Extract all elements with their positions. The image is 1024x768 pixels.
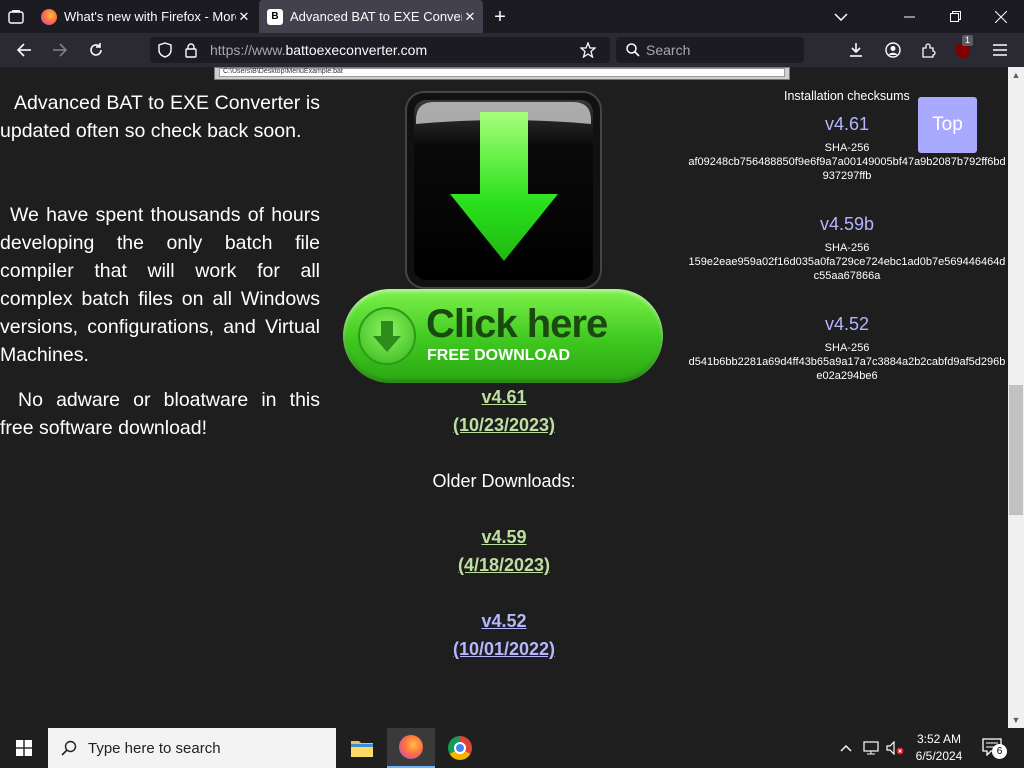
tab-whats-new[interactable]: What's new with Firefox - More ✕ — [33, 0, 258, 33]
older-downloads-heading: Older Downloads: — [432, 471, 576, 491]
url-text[interactable]: https://www.battoexeconverter.com — [210, 42, 427, 58]
checksum-hash: 159e2eae959a02f16d035a0fa729ce724ebc1ad0… — [688, 256, 1006, 282]
checksum-version: v4.59b — [819, 214, 875, 234]
search-icon — [60, 739, 78, 757]
restore-icon[interactable] — [932, 0, 978, 33]
taskbar-search-placeholder: Type here to search — [88, 740, 221, 757]
reload-icon[interactable] — [84, 39, 108, 61]
tab-overview-icon[interactable] — [5, 7, 27, 27]
show-hidden-icons-chevron-up-icon[interactable] — [836, 738, 856, 758]
minimize-icon[interactable] — [886, 0, 932, 33]
current-download: v4.61 (10/23/2023) — [345, 383, 663, 439]
bookmark-star-icon[interactable] — [578, 40, 598, 60]
search-field[interactable]: Search — [616, 37, 804, 63]
lock-icon[interactable] — [182, 41, 200, 59]
windows-start-icon[interactable] — [0, 728, 48, 768]
scroll-up-arrow-icon[interactable]: ▲ — [1008, 67, 1024, 83]
checksum-version: v4.52 — [824, 314, 870, 334]
v459-link[interactable]: v4.59 — [345, 523, 663, 551]
checksum-hash: af09248cb756488850f9e6f9a7a00149005bf47a… — [688, 156, 1006, 182]
current-date-link[interactable]: (10/23/2023) — [345, 411, 663, 439]
shield-icon[interactable] — [156, 41, 174, 59]
chrome-icon[interactable] — [436, 728, 484, 768]
v459-date-link[interactable]: (4/18/2023) — [345, 551, 663, 579]
back-arrow-icon[interactable] — [12, 39, 36, 61]
address-snippet: C:\Users\B\Desktop\MenuExample.bat — [223, 68, 343, 75]
tab-strip: What's new with Firefox - More ✕ B Advan… — [0, 0, 1024, 33]
web-page: C:\Users\B\Desktop\MenuExample.bat Advan… — [0, 67, 1008, 728]
firefox-icon — [41, 8, 57, 25]
taskbar-search-box[interactable]: Type here to search — [48, 728, 336, 768]
checksum-algorithm: SHA-256 — [824, 242, 870, 254]
new-tab-icon[interactable]: + — [488, 5, 512, 29]
scroll-down-arrow-icon[interactable]: ▼ — [1008, 712, 1024, 728]
notification-count: 6 — [992, 744, 1007, 759]
notification-center-icon[interactable]: 6 — [980, 736, 1008, 760]
forward-arrow-icon[interactable] — [48, 39, 72, 61]
click-here-title: Click here — [426, 302, 608, 346]
checksum-block: v4.59b SHA-256 159e2eae959a02f16d035a0fa… — [686, 211, 1008, 283]
scrollbar-thumb[interactable] — [1009, 385, 1023, 515]
tab-bat-to-exe[interactable]: B Advanced BAT to EXE Converter ✕ — [259, 0, 483, 33]
page-scrollbar[interactable]: ▲ ▼ — [1008, 67, 1024, 728]
no-adware-paragraph: No adware or bloatware in this free soft… — [0, 389, 320, 439]
top-button[interactable]: Top — [918, 97, 977, 153]
older-download-v459: v4.59 (4/18/2023) — [345, 523, 663, 579]
firefox-taskbar-icon[interactable] — [387, 728, 435, 768]
network-icon[interactable] — [860, 738, 882, 758]
close-window-icon[interactable] — [978, 0, 1024, 33]
tab-label: What's new with Firefox - More — [64, 9, 236, 24]
development-paragraph: We have spent thousands of hours develop… — [0, 204, 320, 366]
clock[interactable]: 3:52 AM 6/5/2024 — [906, 731, 972, 765]
v452-link[interactable]: v4.52 — [345, 607, 663, 635]
bat-to-exe-site-icon: B — [267, 8, 283, 25]
downloads-icon[interactable] — [844, 39, 868, 61]
extension-badge: 1 — [962, 35, 973, 46]
checksum-hash: d541b6bb2281a69d4ff43b65a9a17a7c3884a2b2… — [688, 356, 1006, 382]
ublock-extension-icon[interactable]: 1 — [953, 35, 973, 60]
clock-date: 6/5/2024 — [915, 749, 963, 763]
free-download-subtitle: FREE DOWNLOAD — [427, 347, 571, 364]
close-icon[interactable]: ✕ — [236, 9, 252, 25]
extensions-puzzle-icon[interactable] — [917, 39, 941, 61]
example-screenshot-strip: C:\Users\B\Desktop\MenuExample.bat — [214, 67, 790, 80]
address-bar[interactable]: https://www.battoexeconverter.com — [150, 37, 610, 63]
intro-paragraph: Advanced BAT to EXE Converter is updated… — [0, 92, 320, 142]
tab-label: Advanced BAT to EXE Converter — [290, 9, 462, 24]
current-version-link[interactable]: v4.61 — [345, 383, 663, 411]
clock-time: 3:52 AM — [916, 732, 962, 746]
download-arrow-icon[interactable] — [404, 90, 603, 290]
list-tabs-chevron-down-icon[interactable] — [818, 0, 864, 33]
search-icon — [624, 41, 642, 59]
menu-hamburger-icon[interactable] — [988, 39, 1012, 61]
close-icon[interactable]: ✕ — [462, 9, 478, 25]
search-placeholder: Search — [646, 42, 691, 58]
older-download-v452: v4.52 (10/01/2022) — [345, 607, 663, 663]
checksum-block: v4.52 SHA-256 d541b6bb2281a69d4ff43b65a9… — [686, 311, 1008, 383]
v452-date-link[interactable]: (10/01/2022) — [345, 635, 663, 663]
checksum-algorithm: SHA-256 — [824, 342, 870, 354]
navigation-toolbar: https://www.battoexeconverter.com Search… — [0, 33, 1024, 67]
windows-taskbar: Type here to search 3:52 AM 6/5/2024 6 — [0, 728, 1024, 768]
volume-muted-icon[interactable] — [884, 738, 906, 758]
account-icon[interactable] — [881, 39, 905, 61]
download-circle-icon — [358, 307, 416, 365]
file-explorer-icon[interactable] — [338, 728, 386, 768]
click-here-download-button[interactable]: Click here FREE DOWNLOAD — [343, 289, 663, 383]
